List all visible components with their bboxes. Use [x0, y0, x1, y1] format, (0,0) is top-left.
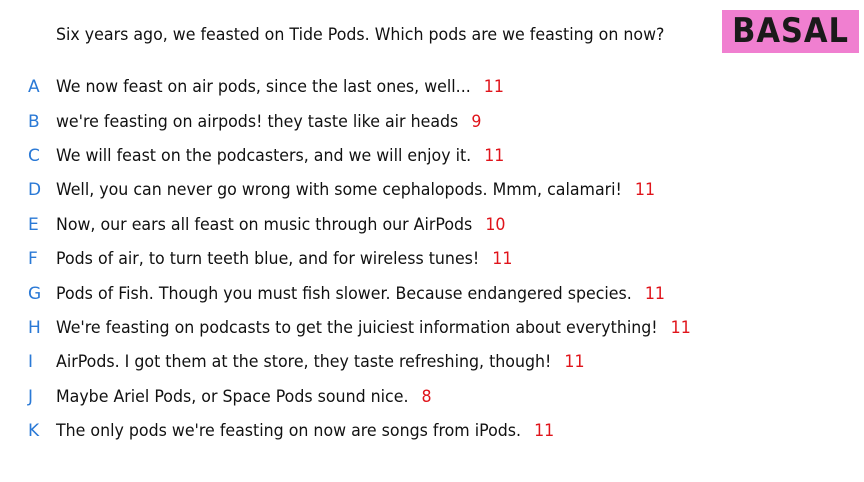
answer-body: Pods of air, to turn teeth blue, and for… — [56, 247, 512, 271]
answer-text: The only pods we're feasting on now are … — [56, 421, 522, 441]
answer-score: 11 — [644, 284, 665, 304]
answer-text: Now, our ears all feast on music through… — [56, 215, 473, 235]
answer-body: AirPods. I got them at the store, they t… — [56, 350, 585, 374]
answer-body: Pods of Fish. Though you must fish slowe… — [56, 282, 665, 306]
answer-text: We now feast on air pods, since the last… — [56, 77, 471, 97]
answer-body: Now, our ears all feast on music through… — [56, 213, 505, 237]
answer-score: 11 — [484, 146, 505, 166]
answer-body: Well, you can never go wrong with some c… — [56, 178, 655, 202]
answer-text: We're feasting on podcasts to get the ju… — [56, 318, 658, 338]
answer-body: We will feast on the podcasters, and we … — [56, 144, 504, 168]
answer-body: Maybe Ariel Pods, or Space Pods sound ni… — [56, 385, 432, 409]
answer-text: Pods of Fish. Though you must fish slowe… — [56, 284, 632, 304]
answer-text: Well, you can never go wrong with some c… — [56, 180, 622, 200]
answer-letter: D — [28, 180, 42, 200]
answer-score: 11 — [534, 421, 555, 441]
answer-score: 11 — [492, 249, 513, 269]
answer-score: 11 — [670, 318, 691, 338]
answer-letter: B — [28, 112, 40, 132]
answer-body: we're feasting on airpods! they taste li… — [56, 110, 481, 134]
answer-letter: G — [28, 284, 42, 304]
answer-letter: I — [28, 352, 34, 372]
answer-list: A We now feast on air pods, since the la… — [0, 0, 864, 482]
answer-letter: J — [28, 387, 34, 407]
answer-score: 11 — [564, 352, 585, 372]
answer-body: We now feast on air pods, since the last… — [56, 75, 504, 99]
answer-score: 8 — [421, 387, 432, 407]
answer-score: 11 — [634, 180, 656, 200]
answer-text: AirPods. I got them at the store, they t… — [56, 352, 552, 372]
answer-score: 9 — [471, 112, 482, 132]
answer-letter: C — [28, 146, 40, 166]
answer-letter: A — [28, 77, 40, 97]
answer-body: The only pods we're feasting on now are … — [56, 419, 554, 443]
answer-score: 10 — [485, 215, 506, 235]
answer-letter: E — [28, 215, 39, 235]
answer-letter: K — [28, 421, 40, 441]
answer-text: Pods of air, to turn teeth blue, and for… — [56, 249, 480, 269]
answer-text: we're feasting on airpods! they taste li… — [56, 112, 459, 132]
answer-letter: H — [28, 318, 41, 338]
answer-body: We're feasting on podcasts to get the ju… — [56, 316, 691, 340]
answer-score: 11 — [483, 77, 504, 97]
answer-letter: F — [28, 249, 38, 269]
answer-text: Maybe Ariel Pods, or Space Pods sound ni… — [56, 387, 409, 407]
answer-text: We will feast on the podcasters, and we … — [56, 146, 472, 166]
